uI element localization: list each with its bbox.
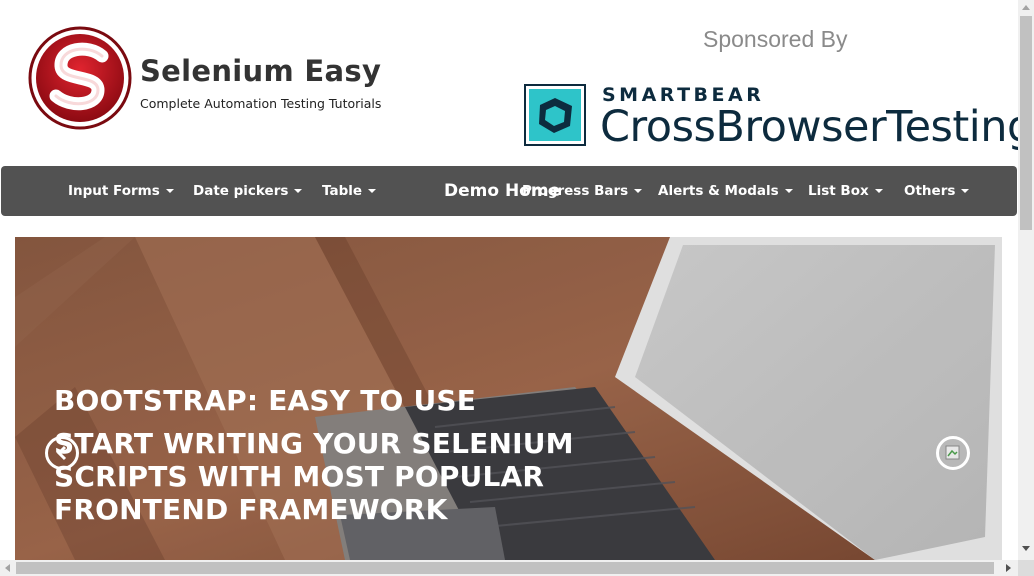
nav-alerts-modals[interactable]: Alerts & Modals <box>658 166 793 216</box>
caret-down-icon <box>874 189 883 193</box>
nav-input-forms[interactable]: Input Forms <box>68 166 174 216</box>
nav-label: List Box <box>808 183 869 199</box>
nav-label: Input Forms <box>68 183 160 199</box>
caret-down-icon <box>165 189 174 193</box>
caret-down-icon <box>784 189 793 193</box>
carousel-next-button[interactable] <box>936 436 970 470</box>
horizontal-scroll-thumb[interactable] <box>16 562 994 574</box>
sponsor-product: CrossBrowserTesting <box>600 102 1018 150</box>
site-logo[interactable]: Selenium Easy Complete Automation Testin… <box>28 26 428 130</box>
vertical-scroll-thumb[interactable] <box>1020 16 1032 230</box>
nav-label: Progress Bars <box>522 183 629 199</box>
carousel-prev-button[interactable] <box>45 436 79 470</box>
scroll-right-icon[interactable] <box>1006 564 1011 572</box>
nav-label: Others <box>904 183 956 199</box>
broken-image-icon <box>945 445 960 460</box>
nav-table[interactable]: Table <box>322 166 377 216</box>
scroll-left-icon[interactable] <box>5 564 10 572</box>
nav-progress-bars[interactable]: Progress Bars <box>522 166 643 216</box>
vertical-scrollbar[interactable] <box>1018 0 1034 560</box>
main-navbar: Input Forms Date pickers Table Demo Home… <box>1 166 1017 216</box>
nav-label: Alerts & Modals <box>658 183 779 199</box>
horizontal-scrollbar[interactable] <box>0 560 1018 576</box>
scroll-down-icon[interactable] <box>1022 546 1030 551</box>
nav-others[interactable]: Others <box>904 166 970 216</box>
smartbear-logo-icon <box>524 84 586 146</box>
nav-list-box[interactable]: List Box <box>808 166 883 216</box>
sponsor-label: Sponsored By <box>703 26 848 52</box>
site-tagline: Complete Automation Testing Tutorials <box>140 96 382 111</box>
hero-carousel: BOOTSTRAP: EASY TO USE START WRITING YOU… <box>15 237 1002 560</box>
caret-down-icon <box>294 189 303 193</box>
carousel-heading: BOOTSTRAP: EASY TO USE <box>54 384 477 417</box>
nav-label: Table <box>322 183 363 199</box>
site-title: Selenium Easy <box>140 54 382 88</box>
carousel-subheading: START WRITING YOUR SELENIUM SCRIPTS WITH… <box>54 427 574 526</box>
sponsor-banner[interactable]: SMARTBEAR CrossBrowserTesting <box>524 84 1018 150</box>
caret-down-icon <box>368 189 377 193</box>
chevron-left-icon <box>56 445 67 461</box>
nav-label: Date pickers <box>193 183 289 199</box>
selenium-easy-logo-icon <box>28 26 132 130</box>
caret-down-icon <box>634 189 643 193</box>
nav-date-pickers[interactable]: Date pickers <box>193 166 303 216</box>
scroll-up-icon[interactable] <box>1022 5 1030 10</box>
scrollbar-corner <box>1018 560 1034 576</box>
caret-down-icon <box>961 189 970 193</box>
